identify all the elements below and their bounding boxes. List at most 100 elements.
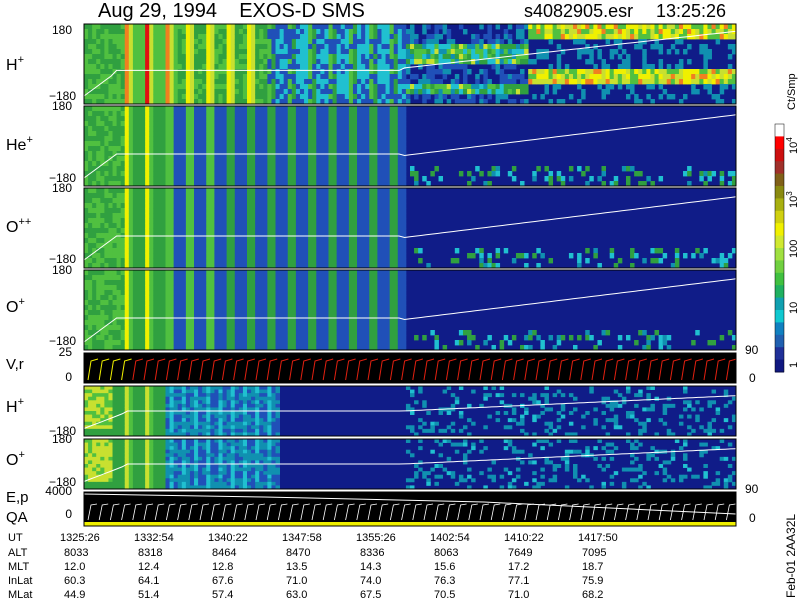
heatmap-cell xyxy=(84,295,89,301)
heatmap-cell xyxy=(418,59,423,65)
heatmap-cell xyxy=(202,253,207,259)
heatmap-cell xyxy=(181,89,187,95)
heatmap-cell xyxy=(120,335,126,341)
heatmap-cell xyxy=(226,44,232,50)
heatmap-cell xyxy=(173,248,179,254)
heatmap-cell xyxy=(515,24,521,30)
heatmap-cell xyxy=(340,126,346,132)
heatmap-cell xyxy=(136,29,142,35)
heatmap-cell xyxy=(369,248,374,254)
heatmap-cell xyxy=(104,188,109,194)
heatmap-cell xyxy=(198,253,203,259)
heatmap-cell xyxy=(238,243,244,249)
heatmap-cell xyxy=(283,171,289,177)
heatmap-cell xyxy=(177,126,183,132)
heatmap-cell xyxy=(279,193,285,199)
heatmap-cell xyxy=(703,49,708,55)
heatmap-cell xyxy=(703,69,708,75)
heatmap-cell xyxy=(181,203,187,209)
heatmap-cell xyxy=(222,29,228,35)
heatmap-cell xyxy=(613,39,619,45)
heatmap-cell xyxy=(96,156,101,162)
heatmap-cell xyxy=(621,79,627,85)
heatmap-cell xyxy=(181,69,187,75)
heatmap-cell xyxy=(520,44,525,50)
heatmap-cell xyxy=(462,29,468,35)
heatmap-cell xyxy=(475,89,480,95)
heatmap-cell xyxy=(141,238,146,244)
heatmap-cell xyxy=(88,320,93,326)
heatmap-cell xyxy=(92,233,97,239)
heatmap-cell xyxy=(177,34,183,40)
heatmap-cell xyxy=(173,106,179,112)
heatmap-cell xyxy=(377,54,382,60)
heatmap-cell xyxy=(320,176,325,182)
heatmap-cell xyxy=(568,34,574,40)
heatmap-cell xyxy=(462,69,468,75)
heatmap-cell xyxy=(194,156,199,162)
heatmap-cell xyxy=(169,29,175,35)
heatmap-cell xyxy=(88,136,93,142)
heatmap-cell xyxy=(218,193,223,199)
heatmap-cell xyxy=(161,258,166,264)
heatmap-cell xyxy=(251,161,256,167)
heatmap-cell xyxy=(348,208,354,214)
heatmap-cell xyxy=(401,74,407,80)
heatmap-cell xyxy=(711,74,717,80)
heatmap-cell xyxy=(177,156,183,162)
heatmap-cell xyxy=(393,146,399,152)
heatmap-cell xyxy=(242,116,248,122)
heatmap-cell xyxy=(202,243,207,249)
heatmap-cell xyxy=(226,208,232,214)
heatmap-cell xyxy=(247,116,252,122)
heatmap-cell xyxy=(259,248,264,254)
heatmap-cell xyxy=(185,203,191,209)
heatmap-cell xyxy=(202,29,207,35)
heatmap-cell xyxy=(161,188,166,194)
heatmap-cell xyxy=(291,49,297,55)
heatmap-cell xyxy=(357,243,362,249)
heatmap-cell xyxy=(173,126,179,132)
heatmap-cell xyxy=(344,198,350,204)
heatmap-cell xyxy=(189,223,195,229)
heatmap-cell xyxy=(206,166,211,172)
heatmap-cell xyxy=(524,44,529,50)
heatmap-cell xyxy=(136,44,142,50)
heatmap-cell xyxy=(283,69,289,75)
heatmap-cell xyxy=(422,29,427,35)
heatmap-cell xyxy=(218,131,223,137)
heatmap-cell xyxy=(271,223,276,229)
heatmap-cell xyxy=(247,39,252,45)
heatmap-cell xyxy=(397,126,403,132)
heatmap-cell xyxy=(189,126,195,132)
heatmap-cell xyxy=(389,69,395,75)
heatmap-cell xyxy=(96,69,101,75)
heatmap-cell xyxy=(568,253,574,259)
heatmap-cell xyxy=(316,69,321,75)
heatmap-cell xyxy=(495,69,501,75)
heatmap-cell xyxy=(397,116,403,122)
heatmap-cell xyxy=(124,166,130,172)
heatmap-cell xyxy=(120,248,126,254)
heatmap-cell xyxy=(165,243,170,249)
heatmap-cell xyxy=(84,330,89,336)
heatmap-cell xyxy=(299,171,305,177)
heatmap-cell xyxy=(169,228,175,234)
heatmap-cell xyxy=(108,24,113,30)
heatmap-cell xyxy=(198,136,203,142)
heatmap-cell xyxy=(173,228,179,234)
heatmap-cell xyxy=(165,156,170,162)
heatmap-cell xyxy=(340,54,346,60)
heatmap-cell xyxy=(92,320,97,326)
heatmap-cell xyxy=(401,188,407,194)
heatmap-cell xyxy=(344,94,350,100)
heatmap-cell xyxy=(275,171,280,177)
heatmap-cell xyxy=(181,74,187,80)
heatmap-cell xyxy=(328,171,333,177)
heatmap-cell xyxy=(100,275,105,281)
heatmap-cell xyxy=(320,218,325,224)
heatmap-cell xyxy=(287,131,293,137)
heatmap-cell xyxy=(104,39,109,45)
heatmap-cell xyxy=(336,171,342,177)
heatmap-cell xyxy=(263,171,268,177)
